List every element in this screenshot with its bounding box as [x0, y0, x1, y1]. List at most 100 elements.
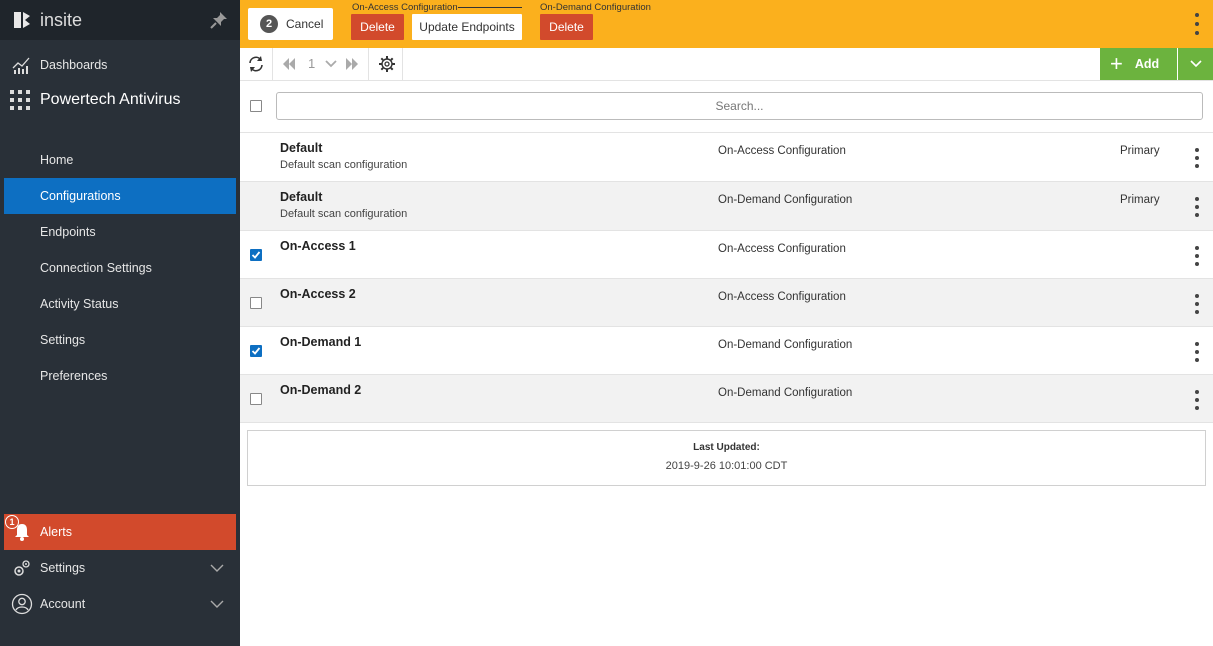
gears-icon: [11, 557, 33, 579]
table-row[interactable]: On-Demand 2 On-Demand Configuration: [240, 375, 1213, 423]
row-more-options-icon[interactable]: [1194, 148, 1200, 168]
sidebar-item-alerts[interactable]: 1 Alerts: [4, 514, 236, 550]
table-row[interactable]: Default Default scan configuration On-Dema…: [240, 182, 1213, 231]
on-demand-group-label: On-Demand Configuration: [540, 2, 651, 13]
sidebar-item-label: Preferences: [40, 369, 108, 383]
row-primary-label: Primary: [1120, 145, 1160, 157]
toolbar-separator: [402, 48, 403, 81]
sidebar-item-settings-menu[interactable]: Settings: [4, 550, 236, 586]
table-row[interactable]: Default Default scan configuration On-Acce…: [240, 133, 1213, 182]
sidebar-item-label: Activity Status: [40, 297, 119, 311]
last-updated-value: 2019-9-26 10:01:00 CDT: [665, 460, 788, 472]
sidebar-item-label: Dashboards: [40, 58, 108, 72]
selected-count-badge: 2: [260, 15, 278, 33]
sidebar-item-label: Settings: [40, 561, 86, 575]
sidebar-item-endpoints[interactable]: Endpoints: [4, 214, 236, 250]
chevron-down-icon: [210, 600, 224, 608]
search-row: Search...: [240, 81, 1213, 133]
sidebar-item-label: Alerts: [40, 525, 72, 539]
row-primary-label: Primary: [1120, 194, 1160, 206]
row-description: Default scan configuration: [280, 208, 408, 220]
cancel-label: Cancel: [286, 17, 324, 31]
user-circle-icon: [11, 593, 33, 615]
insite-logo-icon[interactable]: [10, 9, 34, 31]
more-options-icon[interactable]: [1191, 13, 1203, 35]
row-name[interactable]: Default: [280, 190, 322, 204]
table-row[interactable]: On-Demand 1 On-Demand Configuration: [240, 327, 1213, 375]
on-access-delete-button[interactable]: Delete: [351, 14, 404, 40]
gear-icon[interactable]: [376, 54, 398, 74]
row-name[interactable]: Default: [280, 141, 322, 155]
sidebar-item-label: Home: [40, 153, 74, 167]
last-page-icon[interactable]: [341, 54, 363, 74]
table-row[interactable]: On-Access 1 On-Access Configuration: [240, 231, 1213, 279]
alerts-count-badge: 1: [5, 515, 19, 529]
add-label: Add: [1134, 57, 1160, 71]
sidebar-item-dashboards[interactable]: Dashboards: [4, 47, 236, 83]
page-number[interactable]: 1: [308, 56, 315, 71]
table-row[interactable]: On-Access 2 On-Access Configuration: [240, 279, 1213, 327]
select-all-checkbox[interactable]: [250, 100, 262, 112]
app-grid-icon: [10, 90, 32, 110]
plus-icon: +: [1110, 51, 1123, 76]
dashboards-icon: [11, 54, 33, 76]
search-input[interactable]: Search...: [276, 92, 1203, 120]
row-type: On-Demand Configuration: [718, 339, 853, 351]
sidebar-item-label: Settings: [40, 333, 86, 347]
refresh-icon[interactable]: [245, 54, 267, 74]
row-name[interactable]: On-Access 2: [280, 287, 356, 301]
row-type: On-Demand Configuration: [718, 387, 853, 399]
toolbar-separator: [272, 48, 273, 81]
app-title-label: Powertech Antivirus: [40, 91, 181, 108]
add-button[interactable]: + Add: [1100, 48, 1177, 80]
list-toolbar: 1 + Add: [240, 48, 1213, 81]
pin-icon[interactable]: [208, 9, 230, 31]
page-chevron-down-icon[interactable]: [320, 54, 342, 74]
sidebar-item-preferences[interactable]: Preferences: [4, 358, 236, 394]
row-more-options-icon[interactable]: [1194, 342, 1200, 362]
first-page-icon[interactable]: [278, 54, 300, 74]
sidebar-item-settings[interactable]: Settings: [4, 322, 236, 358]
add-dropdown-button[interactable]: [1178, 48, 1213, 80]
row-more-options-icon[interactable]: [1194, 197, 1200, 217]
app-title[interactable]: Powertech Antivirus: [10, 90, 181, 110]
row-name[interactable]: On-Demand 2: [280, 383, 361, 397]
row-checkbox[interactable]: [250, 249, 262, 261]
sidebar-item-account[interactable]: Account: [4, 586, 236, 622]
sidebar-item-label: Account: [40, 597, 86, 611]
row-name[interactable]: On-Demand 1: [280, 335, 361, 349]
row-name[interactable]: On-Access 1: [280, 239, 356, 253]
last-updated-panel: Last Updated: 2019-9-26 10:01:00 CDT: [247, 430, 1206, 486]
row-type: On-Demand Configuration: [718, 194, 853, 206]
sidebar-item-label: Endpoints: [40, 225, 96, 239]
group-divider-line: [458, 7, 522, 8]
row-more-options-icon[interactable]: [1194, 390, 1200, 410]
row-type: On-Access Configuration: [718, 145, 846, 157]
sidebar: insite Dashboards Powertech Antivirus Ho…: [0, 0, 240, 646]
on-demand-delete-button[interactable]: Delete: [540, 14, 593, 40]
sidebar-item-connection-settings[interactable]: Connection Settings: [4, 250, 236, 286]
sidebar-item-activity-status[interactable]: Activity Status: [4, 286, 236, 322]
row-type: On-Access Configuration: [718, 243, 846, 255]
last-updated-label: Last Updated:: [693, 442, 760, 453]
row-checkbox[interactable]: [250, 297, 262, 309]
sidebar-item-configurations[interactable]: Configurations: [4, 178, 236, 214]
row-more-options-icon[interactable]: [1194, 294, 1200, 314]
toolbar-separator: [368, 48, 369, 81]
update-endpoints-button[interactable]: Update Endpoints: [412, 14, 522, 40]
brand-name: insite: [40, 9, 83, 30]
row-type: On-Access Configuration: [718, 291, 846, 303]
sidebar-header: insite: [0, 0, 240, 40]
row-description: Default scan configuration: [280, 159, 408, 171]
row-checkbox[interactable]: [250, 345, 262, 357]
sidebar-item-label: Connection Settings: [40, 261, 152, 275]
sidebar-item-home[interactable]: Home: [4, 142, 236, 178]
selection-action-bar: 2 Cancel On-Access Configuration Delete …: [240, 0, 1213, 48]
row-more-options-icon[interactable]: [1194, 246, 1200, 266]
chevron-down-icon: [1189, 60, 1202, 68]
cancel-selection-button[interactable]: 2 Cancel: [248, 8, 333, 40]
sidebar-item-label: Configurations: [40, 189, 121, 203]
row-checkbox[interactable]: [250, 393, 262, 405]
on-access-group-label: On-Access Configuration: [352, 2, 458, 13]
chevron-down-icon: [210, 564, 224, 572]
